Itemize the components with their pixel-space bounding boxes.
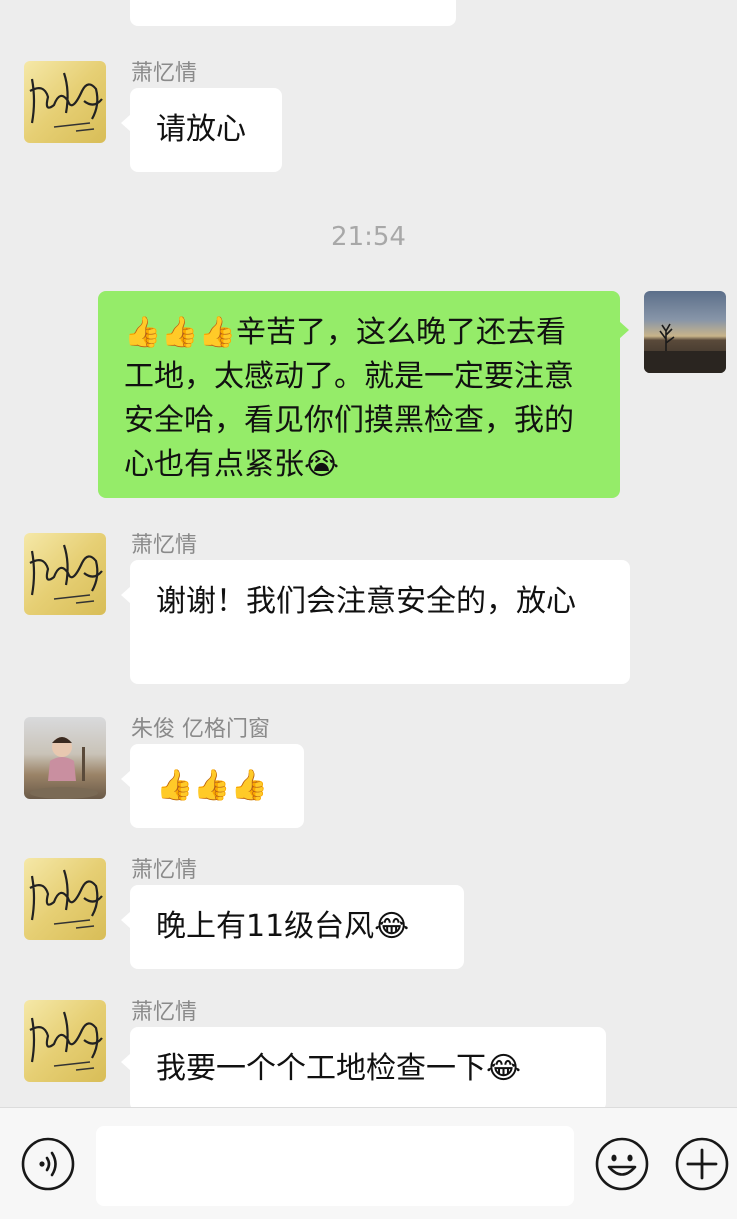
signature-avatar-image: [29, 869, 103, 929]
timestamp: 21:54: [331, 222, 406, 252]
avatar[interactable]: [644, 291, 726, 373]
emoji-icon[interactable]: [594, 1136, 650, 1192]
signature-avatar-image: [29, 544, 103, 604]
message-bubble[interactable]: 晚上有11级台风😂: [121, 885, 464, 969]
chat-message-list[interactable]: 萧忆情 请放心 21:54 👍👍👍辛苦了，这么晚了还去看工地，太感动了。就是一定…: [0, 0, 737, 1107]
avatar[interactable]: [24, 61, 106, 143]
sender-name: 朱俊 亿格门窗: [131, 717, 270, 742]
plus-icon[interactable]: [674, 1136, 730, 1192]
avatar[interactable]: [24, 533, 106, 615]
avatar[interactable]: [24, 1000, 106, 1082]
sender-name: 萧忆情: [131, 533, 198, 558]
message-bubble[interactable]: 我要一个个工地检查一下😂: [121, 1027, 606, 1107]
avatar[interactable]: [24, 858, 106, 940]
message-input[interactable]: [96, 1126, 574, 1206]
message-bubble[interactable]: 请放心: [121, 88, 282, 172]
child-avatar-image: [30, 737, 98, 799]
message-bubble-partial: [130, 0, 456, 26]
message-bubble[interactable]: 谢谢！我们会注意安全的，放心: [121, 560, 630, 684]
voice-icon[interactable]: [20, 1136, 76, 1192]
message-bubble[interactable]: 👍👍👍: [121, 744, 304, 828]
sender-name: 萧忆情: [131, 858, 198, 883]
sender-name: 萧忆情: [131, 1000, 198, 1025]
message-bubble[interactable]: 👍👍👍辛苦了，这么晚了还去看工地，太感动了。就是一定要注意安全哈，看见你们摸黑检…: [98, 291, 629, 498]
input-bar: [0, 1107, 737, 1219]
sender-name: 萧忆情: [131, 61, 198, 86]
signature-avatar-image: [29, 1011, 103, 1071]
signature-avatar-image: [29, 72, 103, 132]
landscape-avatar-image: [644, 323, 726, 373]
avatar[interactable]: [24, 717, 106, 799]
